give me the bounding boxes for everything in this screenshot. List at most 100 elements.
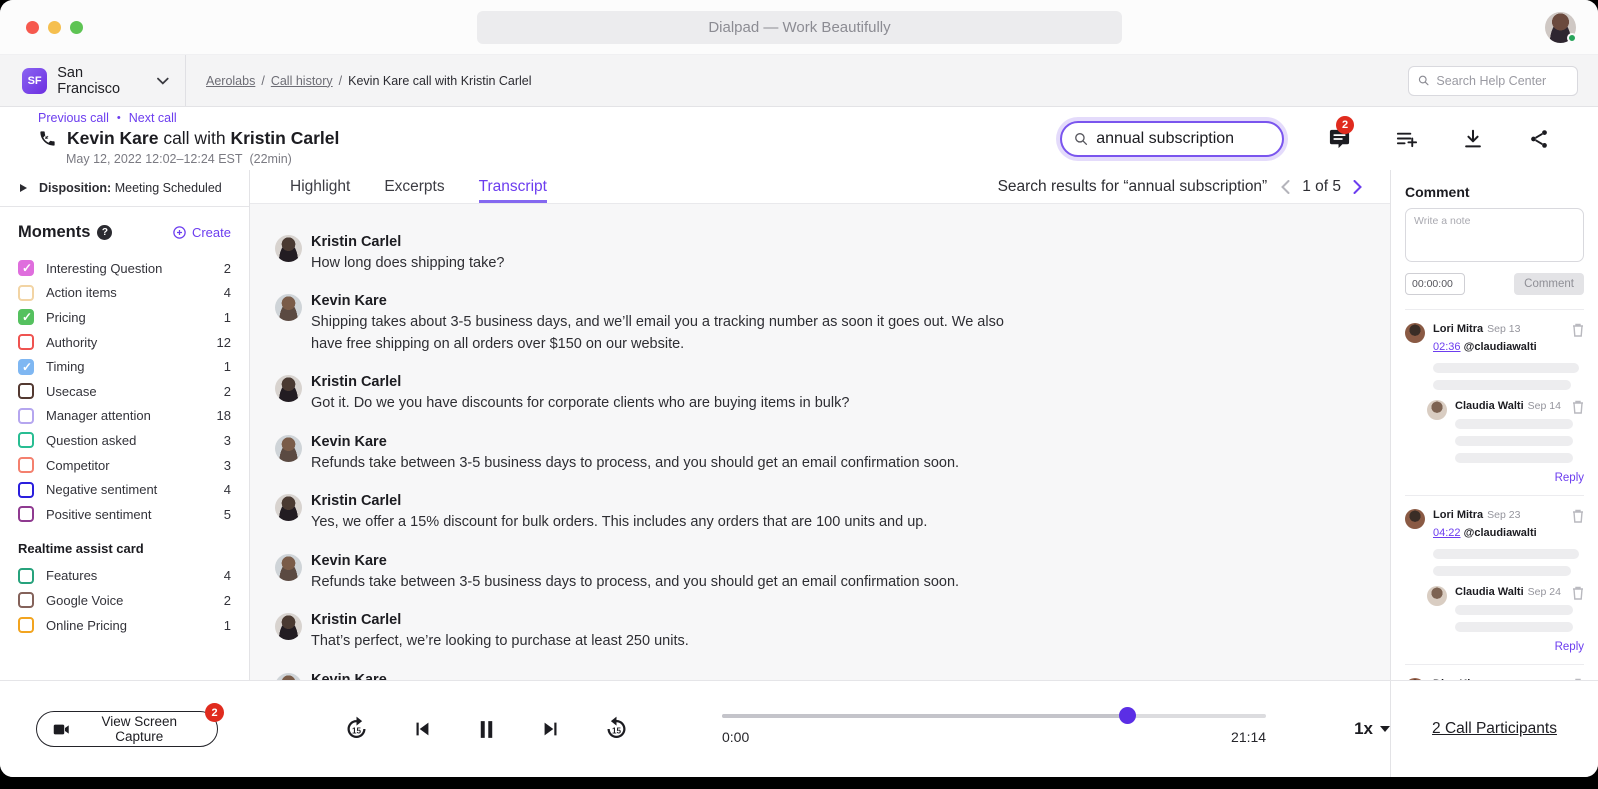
tab-excerpts[interactable]: Excerpts <box>384 170 444 203</box>
speaker-avatar <box>275 494 302 521</box>
moment-item[interactable]: Manager attention18 <box>18 404 231 429</box>
moment-item[interactable]: Usecase2 <box>18 379 231 404</box>
add-to-playlist-button[interactable] <box>1395 127 1418 150</box>
commenter-avatar <box>1427 586 1447 606</box>
breadcrumb-separator: / <box>339 74 342 88</box>
maximize-window-button[interactable] <box>70 21 83 34</box>
next-track-button[interactable] <box>540 718 562 740</box>
moment-item[interactable]: Features4 <box>18 564 231 589</box>
user-avatar[interactable] <box>1545 12 1576 43</box>
transcript-message[interactable]: Kevin KareSounds good, we can place an o… <box>275 670 1360 680</box>
reply-link[interactable]: Reply <box>1405 641 1584 653</box>
tab-transcript[interactable]: Transcript <box>479 170 547 203</box>
speaker-avatar <box>275 673 302 680</box>
help-icon[interactable]: ? <box>97 225 112 240</box>
pause-button[interactable] <box>474 717 499 742</box>
mention[interactable]: @claudiawalti <box>1464 341 1537 353</box>
transcript-message[interactable]: Kristin CarlelYes, we offer a 15% discou… <box>275 491 1360 533</box>
transcript-message[interactable]: Kristin CarlelThat’s perfect, we’re look… <box>275 610 1360 652</box>
transcript-list[interactable]: Kristin CarlelHow long does shipping tak… <box>250 204 1390 680</box>
moment-checkbox[interactable] <box>18 592 34 608</box>
comment-thread: Lori MitraSep 13 02:36 @claudiawalti Cla… <box>1405 310 1584 496</box>
moment-item[interactable]: Action items4 <box>18 281 231 306</box>
comment-note-input[interactable] <box>1405 208 1584 262</box>
moment-checkbox[interactable] <box>18 260 34 276</box>
moment-checkbox[interactable] <box>18 482 34 498</box>
close-window-button[interactable] <box>26 21 39 34</box>
realtime-assist-heading: Realtime assist card <box>18 541 231 556</box>
redacted-text <box>1433 549 1579 559</box>
moment-checkbox[interactable] <box>18 408 34 424</box>
next-call-link[interactable]: Next call <box>129 111 177 125</box>
seek-handle[interactable] <box>1119 707 1136 724</box>
skip-back-15-button[interactable]: 15 <box>603 716 630 743</box>
download-button[interactable] <box>1462 128 1484 150</box>
moment-checkbox[interactable] <box>18 506 34 522</box>
view-screen-capture-button[interactable]: View Screen Capture 2 <box>36 711 218 747</box>
delete-comment-button[interactable] <box>1572 586 1584 632</box>
skip-forward-15-button[interactable]: 15 <box>343 716 370 743</box>
moment-checkbox[interactable] <box>18 617 34 633</box>
moment-item[interactable]: Negative sentiment4 <box>18 477 231 502</box>
share-button[interactable] <box>1528 128 1550 150</box>
transcript-message[interactable]: Kevin KareShipping takes about 3-5 busin… <box>275 291 1360 355</box>
next-result-button[interactable] <box>1353 180 1362 194</box>
moment-checkbox[interactable] <box>18 432 34 448</box>
comments-sidebar: Comment Comment Lori MitraSep 13 02:36 @… <box>1390 170 1598 680</box>
seek-bar[interactable] <box>722 714 1266 718</box>
comment-timestamp-input[interactable] <box>1405 273 1465 295</box>
minimize-window-button[interactable] <box>48 21 61 34</box>
create-moment-button[interactable]: Create <box>172 225 231 240</box>
transcript-message[interactable]: Kevin KareRefunds take between 3-5 busin… <box>275 551 1360 593</box>
moment-item[interactable]: Authority12 <box>18 330 231 355</box>
delete-comment-button[interactable] <box>1572 509 1584 576</box>
help-search-input[interactable] <box>1436 74 1568 88</box>
reply-link[interactable]: Reply <box>1405 472 1584 484</box>
delete-comment-button[interactable] <box>1572 400 1584 463</box>
moment-item[interactable]: Pricing1 <box>18 305 231 330</box>
moment-item[interactable]: Question asked3 <box>18 428 231 453</box>
comment-timestamp-link[interactable]: 02:36 <box>1433 341 1461 353</box>
transcript-message[interactable]: Kristin CarlelGot it. Do we you have dis… <box>275 372 1360 414</box>
redacted-text <box>1433 380 1571 390</box>
moment-item[interactable]: Google Voice2 <box>18 588 231 613</box>
mention[interactable]: @claudiawalti <box>1464 527 1537 539</box>
transcript-message[interactable]: Kristin CarlelHow long does shipping tak… <box>275 232 1360 274</box>
moment-item[interactable]: Positive sentiment5 <box>18 502 231 527</box>
browser-address-bar[interactable]: Dialpad — Work Beautifully <box>477 11 1122 44</box>
moment-checkbox[interactable] <box>18 309 34 325</box>
moments-sidebar: Disposition: Meeting Scheduled Moments ?… <box>0 170 250 680</box>
disposition-row[interactable]: Disposition: Meeting Scheduled <box>0 170 249 207</box>
moment-item[interactable]: Interesting Question2 <box>18 256 231 281</box>
call-connector: call with <box>163 128 225 148</box>
tab-highlight[interactable]: Highlight <box>290 170 350 203</box>
moment-checkbox[interactable] <box>18 359 34 375</box>
moment-checkbox[interactable] <box>18 568 34 584</box>
call-participants-link[interactable]: 2 Call Participants <box>1432 720 1557 738</box>
chevron-down-icon <box>157 77 169 85</box>
breadcrumb-call-history[interactable]: Call history <box>271 74 333 88</box>
moment-checkbox[interactable] <box>18 334 34 350</box>
previous-result-button[interactable] <box>1281 180 1290 194</box>
comment-timestamp-link[interactable]: 04:22 <box>1433 527 1461 539</box>
moment-checkbox[interactable] <box>18 457 34 473</box>
moment-item[interactable]: Online Pricing1 <box>18 613 231 638</box>
previous-call-link[interactable]: Previous call <box>38 111 109 125</box>
previous-track-button[interactable] <box>411 718 433 740</box>
moment-checkbox[interactable] <box>18 383 34 399</box>
moment-item[interactable]: Timing1 <box>18 354 231 379</box>
delete-comment-button[interactable] <box>1572 323 1584 390</box>
playback-speed-selector[interactable]: 1x <box>1354 719 1390 739</box>
comments-button[interactable]: 2 <box>1328 127 1351 150</box>
transcript-message[interactable]: Kevin KareRefunds take between 3-5 busin… <box>275 432 1360 474</box>
moment-item[interactable]: Competitor3 <box>18 453 231 478</box>
moment-checkbox[interactable] <box>18 285 34 301</box>
help-search[interactable] <box>1408 66 1578 96</box>
office-logo: SF <box>22 68 47 94</box>
delete-comment-button[interactable] <box>1572 678 1584 680</box>
transcript-search-input[interactable] <box>1096 130 1270 148</box>
comment-submit-button[interactable]: Comment <box>1514 273 1584 295</box>
breadcrumb-aerolabs[interactable]: Aerolabs <box>206 74 255 88</box>
transcript-search[interactable] <box>1060 121 1284 157</box>
office-selector[interactable]: SF San Francisco <box>0 55 186 106</box>
